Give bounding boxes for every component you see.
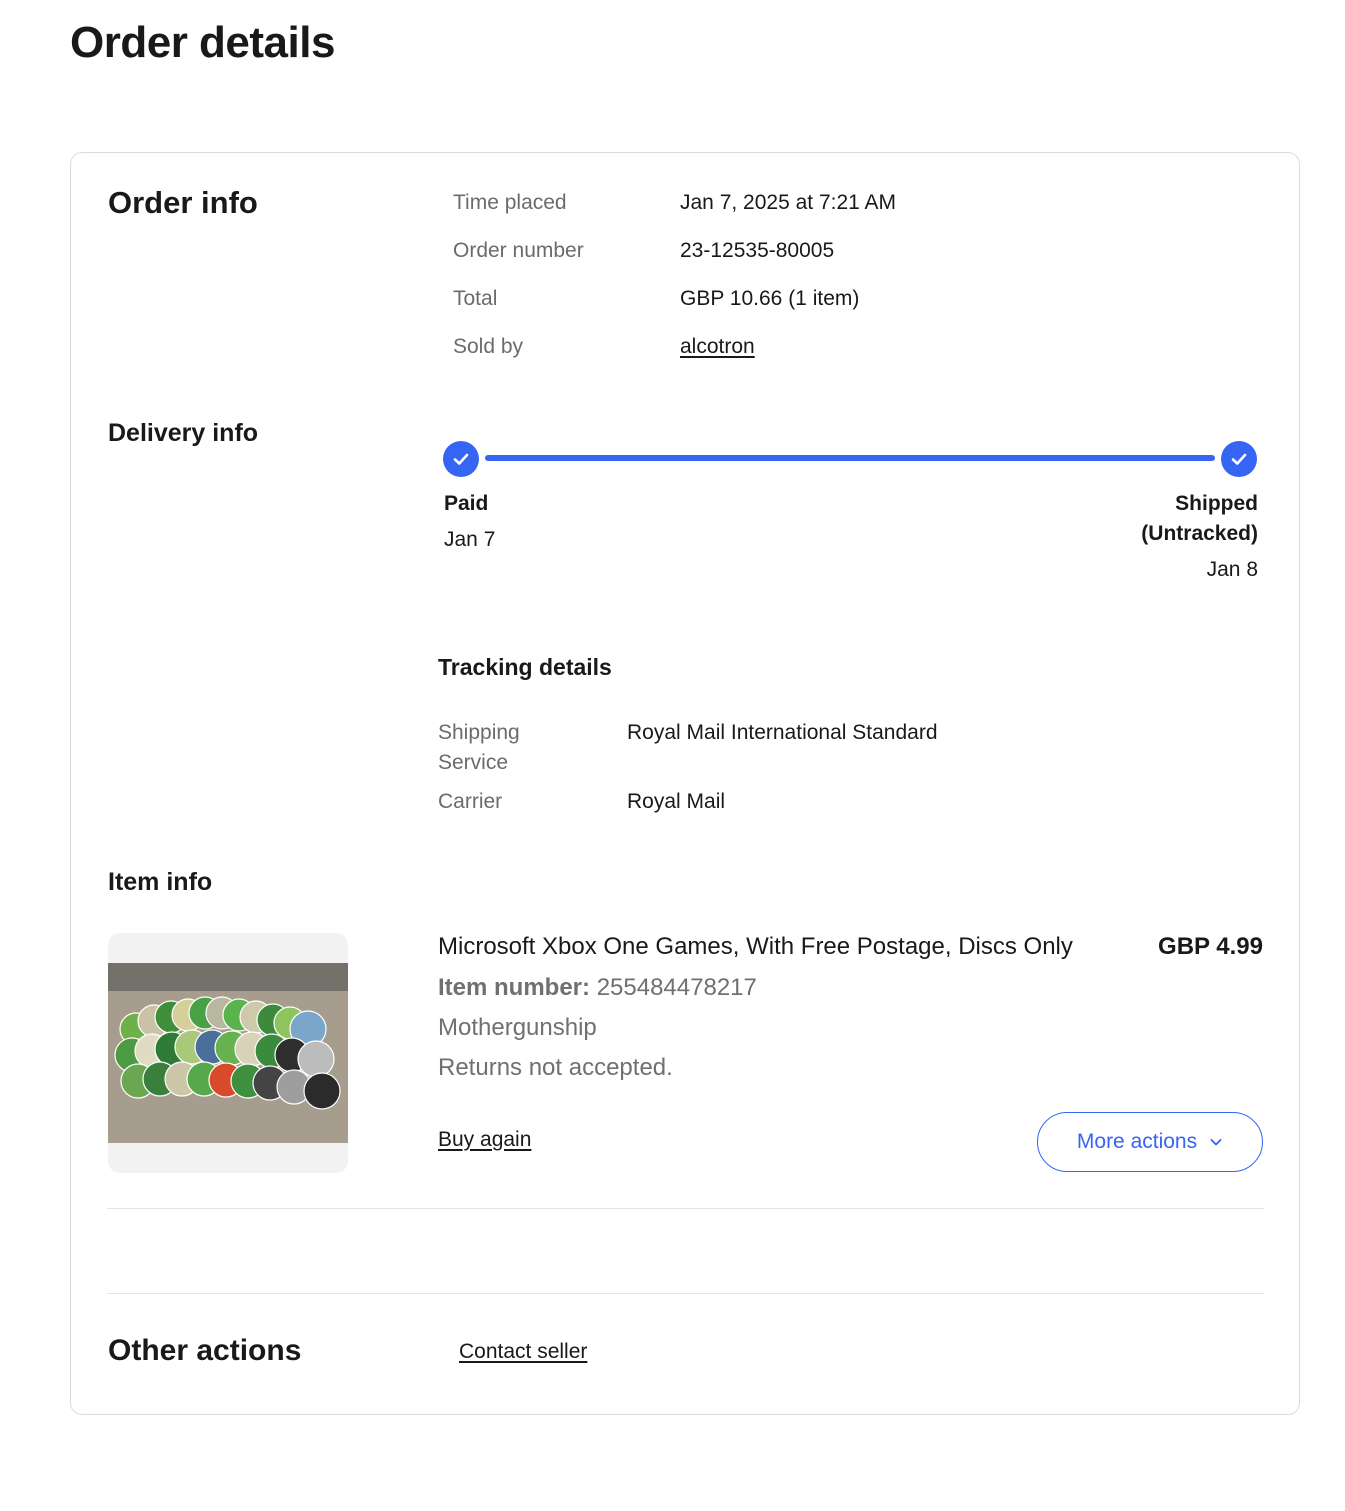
carrier-value: Royal Mail [627, 790, 726, 813]
chevron-down-icon [1210, 1139, 1222, 1146]
item-number-value: 255484478217 [596, 974, 757, 1001]
seller-link[interactable]: alcotron [680, 335, 755, 359]
item-title[interactable]: Microsoft Xbox One Games, With Free Post… [438, 933, 1073, 961]
item-number-label: Item number: [438, 974, 591, 1001]
more-actions-button[interactable]: More actions [1037, 1112, 1263, 1172]
item-image[interactable] [108, 933, 348, 1173]
shipped-step-date: Jan 8 [1206, 558, 1258, 581]
delivery-progress-line [485, 455, 1215, 461]
more-actions-label: More actions [1076, 1130, 1198, 1153]
order-number-label: Order number [453, 239, 584, 262]
paid-step-title: Paid [444, 492, 489, 515]
shipped-step-check-icon [1221, 441, 1257, 477]
paid-step: Paid Jan 7 [444, 489, 495, 555]
shipped-step: Shipped (Untracked) Jan 8 [1141, 489, 1258, 585]
paid-step-date: Jan 7 [444, 528, 496, 551]
page-title: Order details [70, 18, 335, 67]
shipping-service-label-line2: Service [438, 751, 509, 774]
shipped-step-subtitle: (Untracked) [1141, 522, 1258, 545]
contact-seller-link[interactable]: Contact seller [459, 1340, 587, 1364]
other-actions-heading: Other actions [108, 1334, 302, 1367]
item-number: Item number: 255484478217 [438, 974, 757, 1002]
shipped-step-title: Shipped [1175, 492, 1258, 515]
order-card: Order info Time placed Jan 7, 2025 at 7:… [70, 152, 1300, 1415]
tracking-details-heading: Tracking details [438, 654, 612, 680]
order-info-heading: Order info [108, 185, 258, 220]
item-divider [107, 1208, 1264, 1209]
total-value: GBP 10.66 (1 item) [680, 287, 860, 310]
shipping-service-label-line1: Shipping [438, 721, 520, 744]
item-variant: Mothergunship [438, 1014, 597, 1041]
shipping-service-value: Royal Mail International Standard [627, 721, 938, 744]
carrier-label: Carrier [438, 790, 503, 813]
delivery-info-heading: Delivery info [108, 419, 259, 447]
shipping-service-label: Shipping Service [438, 718, 520, 778]
buy-again-link[interactable]: Buy again [438, 1128, 531, 1152]
item-info-heading: Item info [108, 868, 213, 896]
item-photo [108, 963, 348, 1143]
other-actions-divider [107, 1293, 1264, 1294]
sold-by-label: Sold by [453, 335, 524, 358]
time-placed-label: Time placed [453, 191, 567, 214]
order-number-value: 23-12535-80005 [680, 239, 835, 262]
item-price: GBP 4.99 [1158, 933, 1263, 960]
item-returns-policy: Returns not accepted. [438, 1054, 673, 1081]
total-label: Total [453, 287, 498, 310]
time-placed-value: Jan 7, 2025 at 7:21 AM [680, 191, 896, 214]
paid-step-check-icon [443, 441, 479, 477]
